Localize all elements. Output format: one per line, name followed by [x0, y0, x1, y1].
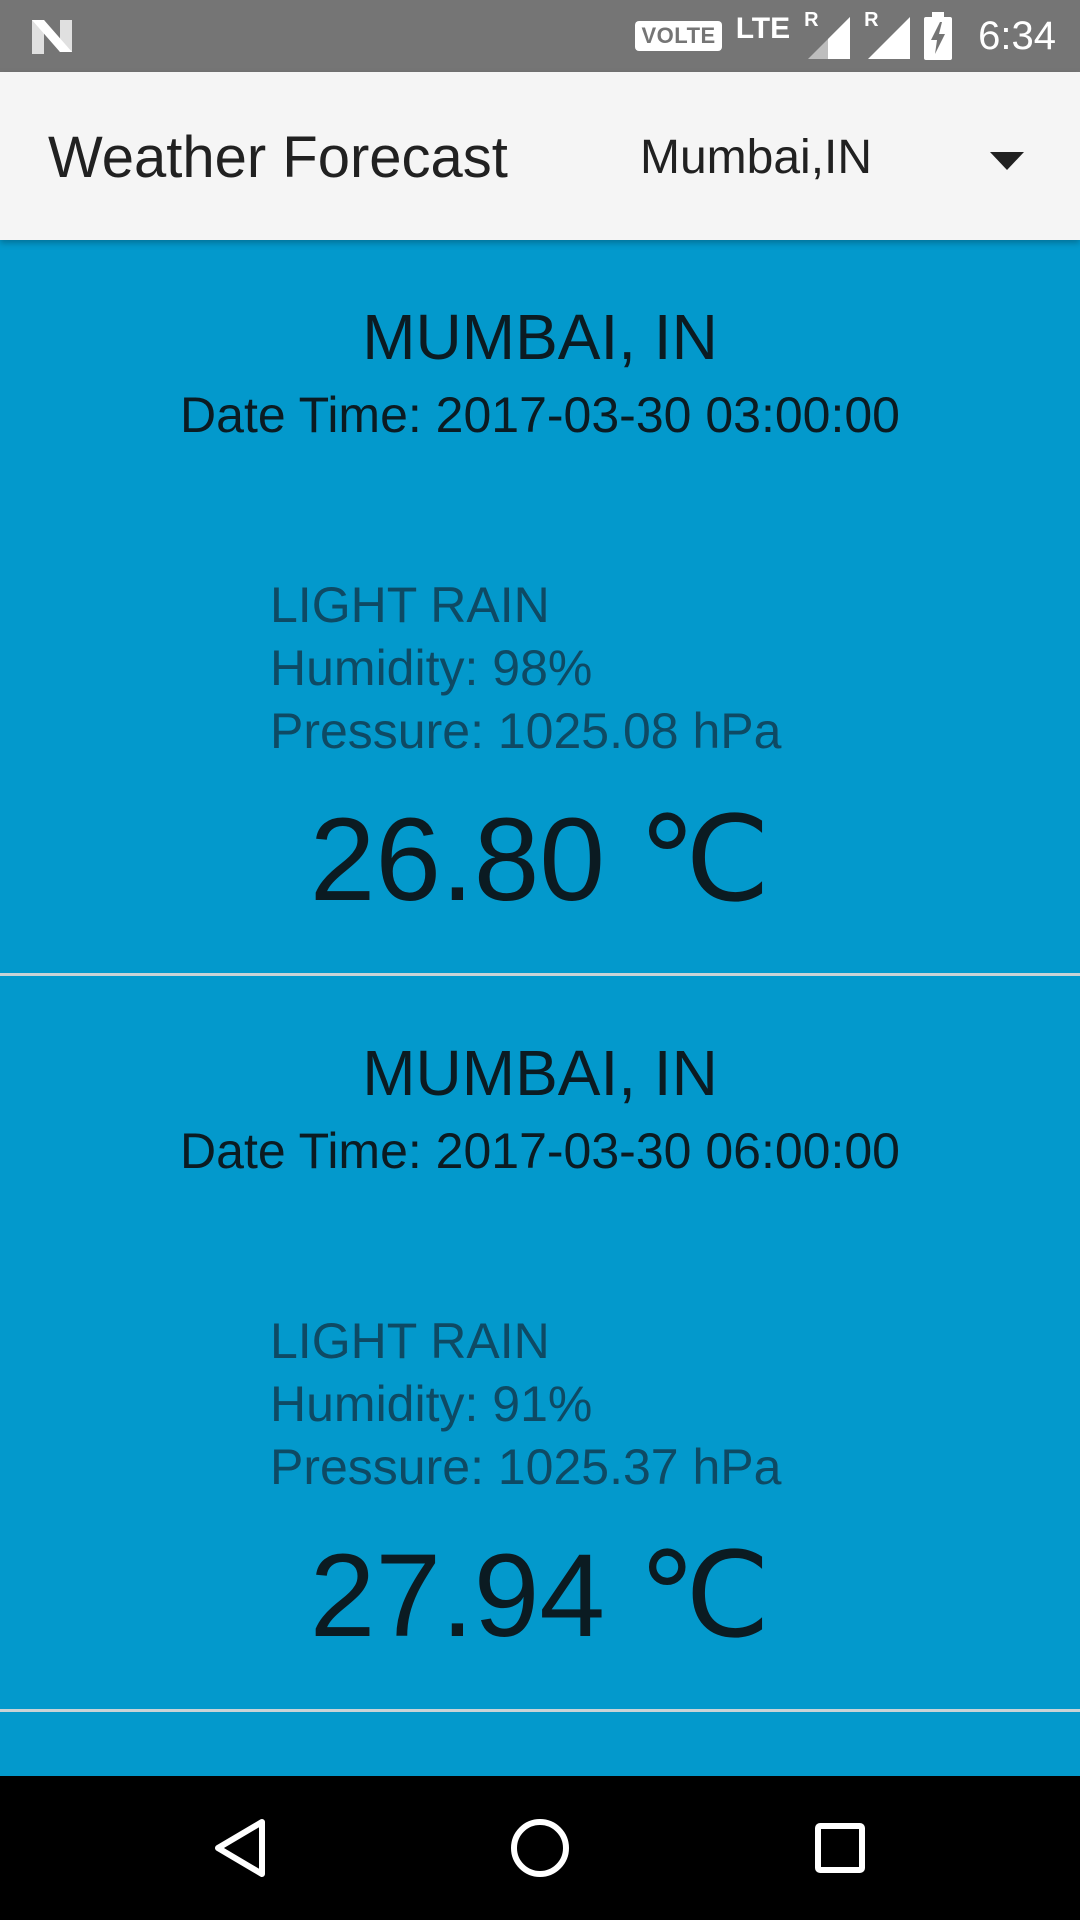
forecast-city: MUMBAI, IN: [362, 1037, 718, 1109]
forecast-city: MUMBAI, IN: [362, 301, 718, 373]
forecast-card[interactable]: MUMBAI, IN Date Time: 2017-03-30 03:00:0…: [0, 240, 1080, 976]
forecast-humidity: Humidity: 98%: [270, 640, 593, 696]
forecast-datetime: Date Time: 2017-03-30 03:00:00: [180, 387, 900, 443]
dropdown-caret-icon: [990, 152, 1024, 170]
navigation-bar: [0, 1776, 1080, 1920]
home-icon[interactable]: [504, 1812, 576, 1884]
network-type: LTE: [735, 12, 791, 45]
forecast-temperature: 26.80 ℃: [309, 794, 771, 926]
city-dropdown-value: Mumbai,IN: [640, 131, 873, 184]
clock: 6:34: [978, 13, 1056, 58]
forecast-humidity: Humidity: 91%: [270, 1376, 593, 1432]
forecast-condition: LIGHT RAIN: [270, 1313, 550, 1369]
forecast-list[interactable]: MUMBAI, IN Date Time: 2017-03-30 03:00:0…: [0, 240, 1080, 1776]
forecast-pressure: Pressure: 1025.08 hPa: [270, 703, 782, 759]
signal-icon: R: [864, 9, 911, 59]
battery-charging-icon: [924, 12, 953, 60]
status-icons: VOLTE LTE R R 6:34: [635, 0, 1056, 72]
app-title: Weather Forecast: [48, 125, 508, 190]
roaming-indicator: R: [864, 9, 879, 31]
forecast-datetime: Date Time: 2017-03-30 06:00:00: [180, 1123, 900, 1179]
app-bar: Weather Forecast Mumbai,IN: [0, 72, 1080, 240]
signal-icon: R: [804, 9, 851, 59]
back-icon[interactable]: [204, 1812, 276, 1884]
recents-icon[interactable]: [804, 1812, 876, 1884]
n-logo-icon: [32, 20, 72, 54]
forecast-condition: LIGHT RAIN: [270, 577, 550, 633]
volte-badge: VOLTE: [635, 21, 722, 51]
forecast-pressure: Pressure: 1025.37 hPa: [270, 1439, 782, 1495]
status-bar: VOLTE LTE R R 6:34: [0, 0, 1080, 72]
city-dropdown[interactable]: Mumbai,IN: [640, 130, 1040, 200]
forecast-temperature: 27.94 ℃: [309, 1530, 771, 1662]
roaming-indicator: R: [804, 9, 819, 31]
forecast-card[interactable]: MUMBAI, IN Date Time: 2017-03-30 06:00:0…: [0, 976, 1080, 1712]
